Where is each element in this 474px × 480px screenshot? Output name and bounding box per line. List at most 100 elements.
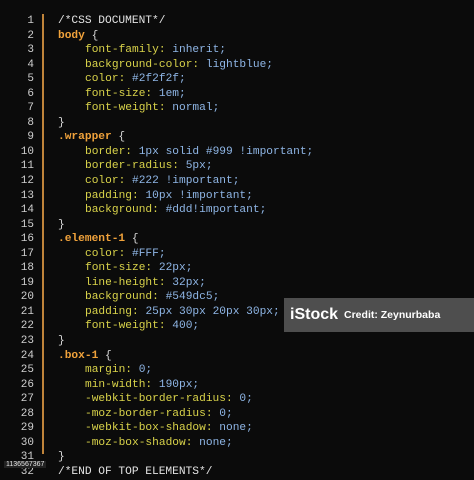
line-number: 25 — [20, 364, 34, 377]
code-line[interactable]: -moz-border-radius: 0; — [58, 407, 468, 422]
css-value: 5px; — [185, 160, 213, 173]
code-line[interactable]: border-radius: 5px; — [58, 159, 468, 174]
line-number: 22 — [20, 320, 34, 333]
css-property: margin: — [85, 364, 139, 377]
css-value: 0; — [219, 407, 233, 420]
css-property: background: — [85, 204, 166, 217]
watermark-brand: iStock — [290, 306, 339, 323]
code-line[interactable]: .box-1 { — [58, 349, 468, 364]
line-number: 18 — [20, 262, 34, 275]
css-value: none; — [199, 436, 233, 449]
css-selector: .wrapper — [58, 131, 112, 144]
css-punctuation: { — [111, 131, 126, 144]
css-property: padding: — [85, 305, 146, 318]
code-line[interactable]: color: #222 !important; — [58, 174, 468, 189]
line-number: 9 — [27, 131, 34, 144]
css-property: color: — [85, 247, 132, 260]
css-value: 32px; — [172, 276, 206, 289]
css-value: #549dc5; — [165, 291, 220, 304]
code-line[interactable]: .wrapper { — [58, 130, 468, 145]
line-number: 6 — [27, 87, 34, 100]
code-line[interactable]: } — [58, 116, 468, 131]
code-line[interactable]: font-size: 1em; — [58, 87, 468, 102]
css-value: #ddd!important; — [165, 204, 267, 217]
istock-watermark: iStock Credit: Zeynurbaba — [284, 298, 474, 332]
line-number: 4 — [27, 58, 34, 71]
css-value: 0; — [239, 393, 253, 406]
css-punctuation: } — [58, 451, 65, 464]
code-line[interactable]: -webkit-border-radius: 0; — [58, 392, 468, 407]
css-property: -moz-box-shadow: — [85, 436, 200, 449]
css-property: min-width: — [85, 378, 159, 391]
code-line[interactable]: } — [58, 218, 468, 233]
css-value: 400; — [172, 320, 200, 333]
code-line[interactable]: font-weight: normal; — [58, 101, 468, 116]
css-value: #FFF; — [132, 247, 166, 260]
code-line[interactable]: -webkit-box-shadow: none; — [58, 421, 468, 436]
css-property: -webkit-box-shadow: — [85, 422, 220, 435]
css-property: padding: — [85, 189, 146, 202]
css-punctuation: { — [125, 233, 139, 246]
css-value: #222 !important; — [132, 175, 240, 188]
code-line[interactable]: margin: 0; — [58, 363, 468, 378]
line-number: 8 — [27, 116, 34, 129]
line-number: 30 — [20, 436, 34, 449]
line-number: 5 — [27, 73, 34, 86]
css-value: none; — [219, 422, 253, 435]
css-punctuation: } — [58, 335, 65, 348]
code-line[interactable]: } — [58, 334, 468, 349]
code-line[interactable]: } — [58, 450, 468, 465]
css-selector: .box-1 — [58, 349, 99, 362]
code-line[interactable]: border: 1px solid #999 !important; — [58, 145, 468, 160]
code-line[interactable]: body { — [58, 29, 468, 44]
line-number: 10 — [20, 145, 34, 158]
gutter-divider — [42, 14, 44, 454]
css-value: normal; — [172, 102, 220, 115]
line-number: 24 — [20, 349, 34, 362]
line-number: 26 — [20, 378, 34, 391]
css-punctuation: { — [84, 29, 99, 42]
css-selector: body — [58, 29, 85, 42]
line-number-gutter: 1 2 3 4 5 6 7 8 9 10 11 12 13 14 15 16 17 18 19 20 21 22 23 24 2… — [0, 14, 38, 480]
css-punctuation: { — [98, 349, 112, 362]
line-number: 29 — [20, 422, 34, 435]
code-line[interactable]: font-family: inherit; — [58, 43, 468, 58]
line-number: 2 — [27, 29, 34, 42]
css-property: color: — [85, 73, 132, 86]
css-value: 1em; — [158, 87, 186, 100]
photo-id-label: 1136567367 — [4, 461, 47, 468]
code-line[interactable]: padding: 10px !important; — [58, 189, 468, 204]
code-line[interactable]: font-size: 22px; — [58, 261, 468, 276]
css-property: font-family: — [85, 44, 173, 57]
code-line[interactable]: color: #FFF; — [58, 247, 468, 262]
code-line[interactable]: /*CSS DOCUMENT*/ — [58, 14, 468, 29]
css-value: 190px; — [158, 378, 200, 391]
line-number: 13 — [20, 189, 34, 202]
css-property: font-weight: — [85, 320, 173, 333]
line-number: 27 — [20, 393, 34, 406]
code-line[interactable]: background-color: lightblue; — [58, 58, 468, 73]
code-line[interactable]: -moz-box-shadow: none; — [58, 436, 468, 451]
code-line[interactable]: color: #2f2f2f; — [58, 72, 468, 87]
watermark-credit: Credit: Zeynurbaba — [344, 309, 441, 321]
css-value: #2f2f2f; — [132, 73, 186, 86]
css-property: font-size: — [85, 262, 159, 275]
css-property: background: — [85, 291, 166, 304]
line-number: 23 — [20, 335, 34, 348]
css-value: 1px solid #999 !important; — [138, 145, 314, 158]
css-punctuation: } — [58, 218, 65, 231]
code-line[interactable]: min-width: 190px; — [58, 378, 468, 393]
line-number: 17 — [20, 247, 34, 260]
css-selector: .element-1 — [58, 233, 126, 246]
code-line[interactable]: background: #ddd!important; — [58, 203, 468, 218]
code-editor: 1 2 3 4 5 6 7 8 9 10 11 12 13 14 15 16 17 18 19 20 21 22 23 24 2… — [0, 0, 474, 478]
code-line[interactable]: /*END OF TOP ELEMENTS*/ — [58, 465, 468, 480]
code-line[interactable]: line-height: 32px; — [58, 276, 468, 291]
code-line[interactable]: .element-1 { — [58, 232, 468, 247]
css-property: border-radius: — [85, 160, 186, 173]
code-area[interactable]: /*CSS DOCUMENT*/body {font-family: inher… — [58, 14, 468, 480]
line-number: 7 — [27, 102, 34, 115]
css-property: -webkit-border-radius: — [85, 393, 240, 406]
css-value: 0; — [138, 364, 153, 377]
css-punctuation: } — [58, 116, 65, 129]
